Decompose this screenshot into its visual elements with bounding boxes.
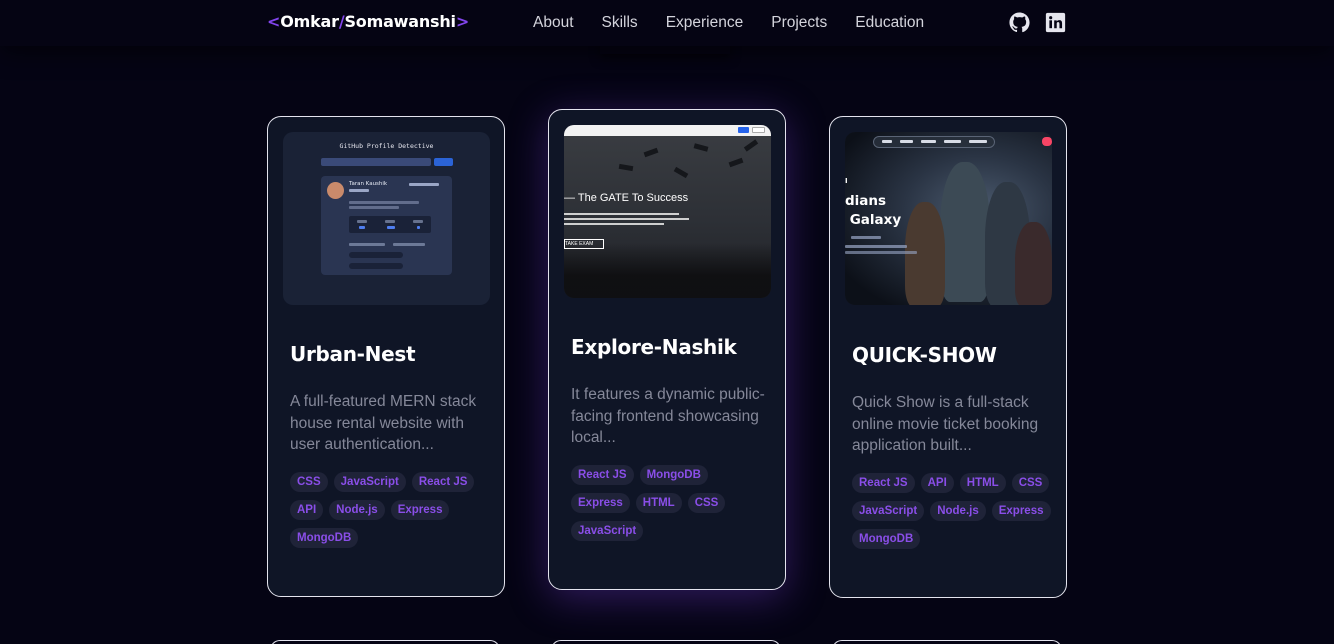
nav-link-experience[interactable]: Experience (666, 14, 744, 32)
linkedin-icon[interactable] (1045, 12, 1066, 33)
project-card-urban-nest[interactable]: GitHub Profile Detective Taran Kaushik U… (267, 116, 505, 597)
thumb-profile-panel: Taran Kaushik (321, 176, 452, 275)
github-icon[interactable] (1009, 12, 1030, 33)
tech-tag: MongoDB (639, 464, 708, 485)
project-thumbnail: GitHub Profile Detective Taran Kaushik (283, 132, 490, 305)
tech-tag: MongoDB (290, 527, 359, 548)
project-description: A full-featured MERN stack house rental … (290, 393, 477, 453)
tech-tags: CSS JavaScript React JS API Node.js Expr… (290, 471, 495, 556)
nav-link-projects[interactable]: Projects (771, 14, 827, 32)
tech-tag: JavaScript (333, 471, 406, 492)
tech-tag: API (290, 499, 324, 520)
tech-tag: Express (991, 500, 1051, 521)
thumb-heading-line1: dians (845, 193, 887, 209)
thumb-heading: — The GATE To Success (564, 192, 689, 204)
thumb-navbar (873, 136, 995, 148)
project-title: Urban-Nest (290, 342, 416, 366)
tech-tag: React JS (571, 464, 634, 485)
project-card-explore-nashik[interactable]: — The GATE To Success TAKE EXAM Explore-… (548, 109, 786, 590)
nav-link-education[interactable]: Education (855, 14, 924, 32)
tech-tag: CSS (290, 471, 328, 492)
logo-bracket-close: > (455, 12, 470, 31)
project-thumbnail: — The GATE To Success TAKE EXAM (564, 125, 771, 298)
tech-tag: JavaScript (852, 500, 925, 521)
project-title: Explore-Nashik (571, 335, 737, 359)
thumb-profile-name: Taran Kaushik (349, 181, 388, 187)
tech-tag: Express (390, 499, 450, 520)
social-icons (1009, 12, 1066, 33)
tech-tag: Node.js (329, 499, 385, 520)
thumb-search-bar (321, 158, 431, 166)
tech-tag: API (920, 472, 954, 493)
thumb-search-button (434, 158, 453, 166)
tech-tag: React JS (411, 471, 475, 492)
tech-tag: JavaScript (571, 520, 644, 541)
nav-link-skills[interactable]: Skills (602, 14, 638, 32)
tech-tag: HTML (635, 492, 682, 513)
thumb-exam-button: TAKE EXAM (564, 239, 604, 249)
avatar (327, 182, 344, 199)
project-description: It features a dynamic public-facing fron… (571, 386, 765, 446)
nav-link-about[interactable]: About (533, 14, 574, 32)
thumb-heading-line2: Galaxy (849, 212, 902, 228)
project-card-next-row (270, 640, 500, 644)
tech-tag: Express (571, 492, 630, 513)
tech-tag: MongoDB (852, 528, 921, 549)
tech-tag: CSS (687, 492, 726, 513)
nav-links: About Skills Experience Projects Educati… (533, 14, 952, 32)
top-navbar: <Omkar/Somawanshi> About Skills Experien… (0, 0, 1334, 46)
site-logo[interactable]: <Omkar/Somawanshi> (267, 12, 469, 31)
logo-bracket-open: < (267, 12, 281, 31)
project-description: Quick Show is a full-stack online movie … (852, 394, 1039, 454)
thumb-stats (349, 216, 431, 233)
logo-first-name: Omkar (280, 12, 339, 31)
project-card-next-row (832, 640, 1062, 644)
project-card-quick-show[interactable]: I dians Galaxy QUICK-SHOW Quick Show is … (829, 116, 1067, 598)
logo-last-name: Somawanshi (344, 12, 456, 31)
tech-tag: HTML (959, 472, 1006, 493)
project-title: QUICK-SHOW (852, 343, 997, 367)
tech-tags: React JS API HTML CSS JavaScript Node.js… (852, 472, 1057, 557)
project-thumbnail: I dians Galaxy (845, 132, 1052, 305)
tech-tag: React JS (852, 472, 915, 493)
tech-tags: React JS MongoDB Express HTML CSS JavaSc… (571, 464, 776, 549)
tech-tag: CSS (1011, 472, 1050, 493)
project-card-next-row (551, 640, 781, 644)
thumb-heading: GitHub Profile Detective (339, 142, 434, 150)
tech-tag: Node.js (930, 500, 986, 521)
